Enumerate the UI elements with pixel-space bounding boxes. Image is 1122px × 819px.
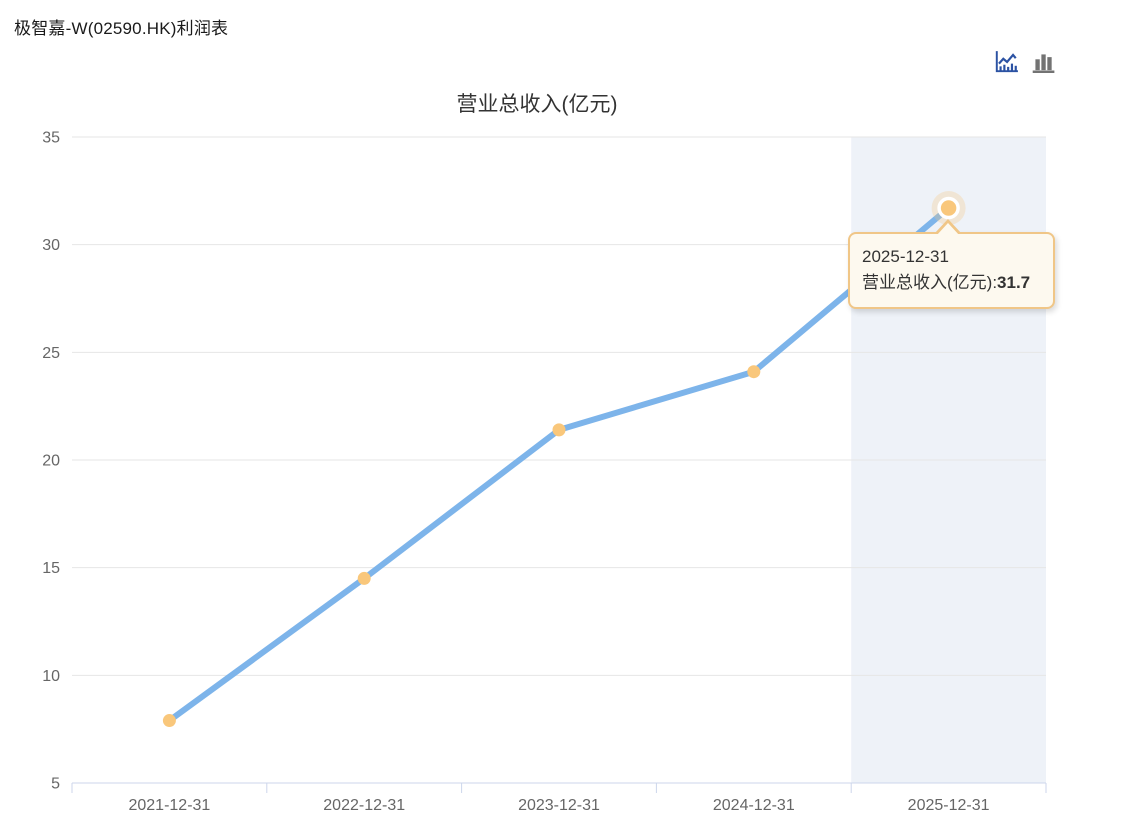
series-line [166,205,952,724]
tooltip-value: 31.7 [997,273,1031,292]
y-axis-label: 20 [42,453,60,470]
data-point[interactable] [747,365,761,379]
tooltip-date: 2025-12-31 [862,247,949,266]
data-point-active[interactable] [937,196,960,220]
x-axis-label: 2024-12-31 [713,797,795,814]
revenue-line-chart: 5 10 15 20 25 30 35 2021-12-31 2022-12-31 2023-12… [42,130,1047,814]
data-point[interactable] [552,423,566,437]
tooltip-series-label: 营业总收入(亿元): [862,273,998,292]
y-axis-label: 10 [42,668,60,685]
data-point[interactable] [162,714,176,728]
chart-tooltip: 2025-12-31 营业总收入(亿元):31.7 [848,219,1055,309]
profit-statement-panel: 极智嘉-W(02590.HK)利润表 营业总收入(亿元) 5 10 15 20 25 30 [0,0,1122,819]
y-axis-label: 25 [42,345,60,362]
y-axis-label: 35 [42,130,60,147]
data-point[interactable] [357,571,371,585]
x-axis-label: 2025-12-31 [908,797,990,814]
y-axis-label: 15 [42,560,60,577]
x-axis-label: 2023-12-31 [518,797,600,814]
y-axis-label: 30 [42,237,60,254]
x-axis-label: 2022-12-31 [323,797,405,814]
y-axis-label: 5 [51,776,60,793]
tooltip-value-line: 营业总收入(亿元):31.7 [862,270,1041,296]
x-axis-label: 2021-12-31 [128,797,210,814]
